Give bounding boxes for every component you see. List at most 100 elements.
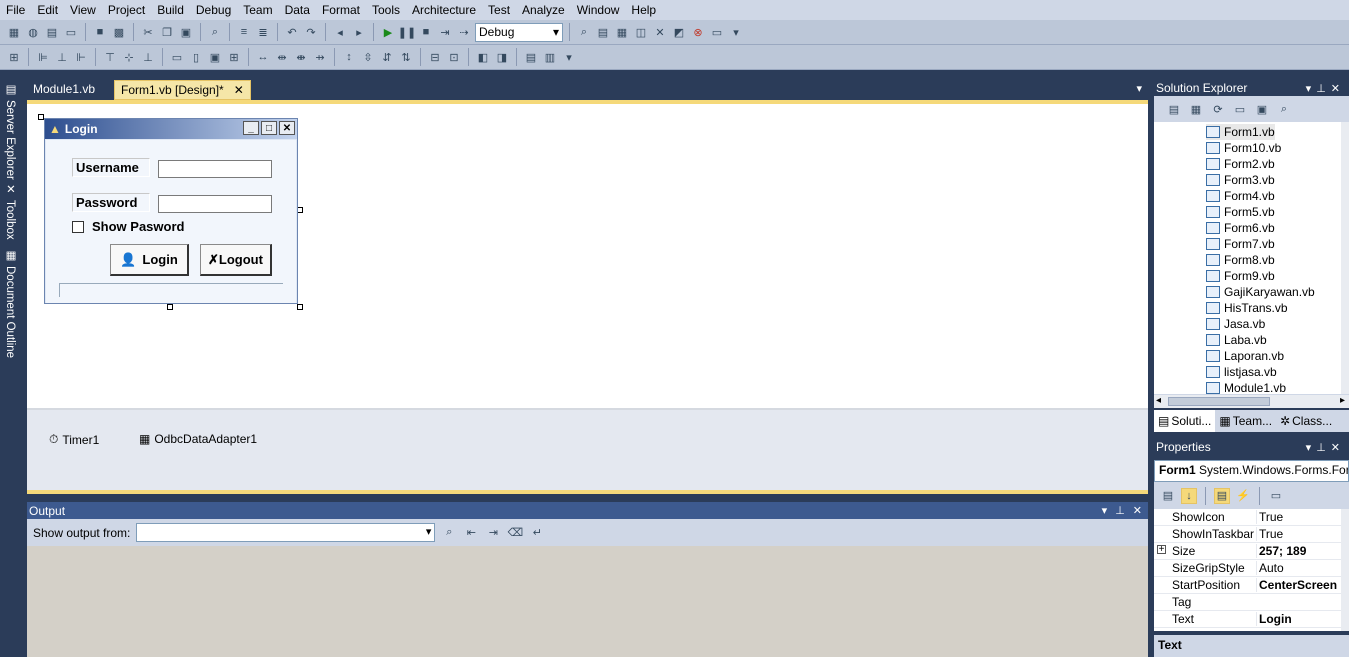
solution-explorer-horizontal-scrollbar[interactable]: ◂ ▸ bbox=[1154, 394, 1349, 408]
horizontal-spacing-icon[interactable]: ↔ bbox=[255, 49, 271, 65]
send-to-back-icon[interactable]: ◨ bbox=[494, 49, 510, 65]
step-icon[interactable]: ⇥ bbox=[437, 24, 453, 40]
align-center-icon[interactable]: ⊥ bbox=[54, 49, 70, 65]
menu-format[interactable]: Format bbox=[316, 3, 366, 17]
list-item[interactable]: Form4.vb bbox=[1206, 188, 1275, 204]
toggle-word-wrap-icon[interactable]: ↵ bbox=[529, 525, 545, 541]
next-message-icon[interactable]: ⇥ bbox=[485, 525, 501, 541]
property-value[interactable]: CenterScreen bbox=[1256, 578, 1342, 592]
menu-window[interactable]: Window bbox=[571, 3, 626, 17]
list-item[interactable]: Form8.vb bbox=[1206, 252, 1275, 268]
increase-vertical-spacing-icon[interactable]: ⇳ bbox=[360, 49, 376, 65]
new-website-icon[interactable]: ◍ bbox=[25, 24, 41, 40]
tab-team-explorer[interactable]: ▦ Team... bbox=[1215, 410, 1276, 432]
tray-item-odbc-adapter[interactable]: ▦ OdbcDataAdapter1 bbox=[139, 432, 257, 446]
paste-icon[interactable]: ▣ bbox=[178, 24, 194, 40]
align-right-icon[interactable]: ⊩ bbox=[73, 49, 89, 65]
find-icon[interactable]: ⌕ bbox=[207, 24, 223, 40]
property-value[interactable]: True bbox=[1256, 527, 1342, 541]
menu-project[interactable]: Project bbox=[102, 3, 151, 17]
save-icon[interactable]: ■ bbox=[92, 24, 108, 40]
expand-icon[interactable]: + bbox=[1157, 545, 1166, 555]
remove-vertical-spacing-icon[interactable]: ⇅ bbox=[398, 49, 414, 65]
list-item[interactable]: Form9.vb bbox=[1206, 268, 1275, 284]
find-in-files-icon[interactable]: ⌕ bbox=[576, 24, 592, 40]
tray-item-timer[interactable]: ⏱ Timer1 bbox=[49, 432, 99, 447]
solution-explorer-vertical-scrollbar[interactable] bbox=[1341, 122, 1349, 394]
toolbox-icon[interactable]: ✕ bbox=[652, 24, 668, 40]
lock-controls-icon[interactable]: ▥ bbox=[542, 49, 558, 65]
properties-object-select[interactable]: Form1 System.Windows.Forms.Form bbox=[1154, 460, 1349, 482]
comment-icon[interactable]: ≡ bbox=[236, 24, 252, 40]
login-form[interactable]: ▲ Login _ □ ✕ Username Password Show Pas… bbox=[44, 118, 298, 304]
menu-tools[interactable]: Tools bbox=[366, 3, 406, 17]
scroll-right-icon[interactable]: ▸ bbox=[1340, 395, 1345, 406]
cut-icon[interactable]: ✂ bbox=[140, 24, 156, 40]
tab-class-view[interactable]: ✲ Class... bbox=[1276, 410, 1336, 432]
undo-icon[interactable]: ↶ bbox=[284, 24, 300, 40]
property-pages-icon[interactable]: ▭ bbox=[1268, 488, 1284, 504]
active-files-dropdown-icon[interactable]: ▾ bbox=[1136, 82, 1142, 95]
tab-document-outline[interactable]: ▦ Document Outline bbox=[2, 248, 18, 358]
menu-build[interactable]: Build bbox=[151, 3, 190, 17]
table-row[interactable]: ShowIcon True bbox=[1154, 509, 1341, 526]
start-debugging-icon[interactable]: ▶ bbox=[380, 24, 396, 40]
login-button[interactable]: 👤 Login bbox=[110, 244, 189, 276]
username-input[interactable] bbox=[158, 160, 272, 178]
decrease-horizontal-spacing-icon[interactable]: ⇼ bbox=[293, 49, 309, 65]
list-item[interactable]: GajiKaryawan.vb bbox=[1206, 284, 1315, 300]
solution-explorer-icon[interactable]: ▤ bbox=[595, 24, 611, 40]
alphabetical-icon[interactable]: ↓ bbox=[1181, 487, 1197, 504]
list-item[interactable]: listjasa.vb bbox=[1206, 364, 1277, 380]
menu-analyze[interactable]: Analyze bbox=[516, 3, 571, 17]
table-row[interactable]: Text Login bbox=[1154, 611, 1341, 628]
vertical-spacing-icon[interactable]: ↕ bbox=[341, 49, 357, 65]
copy-icon[interactable]: ❐ bbox=[159, 24, 175, 40]
solution-configuration-select[interactable]: Debug ▾ bbox=[475, 22, 563, 42]
list-item[interactable]: Form10.vb bbox=[1206, 140, 1281, 156]
menu-data[interactable]: Data bbox=[279, 3, 316, 17]
table-row[interactable]: StartPosition CenterScreen bbox=[1154, 577, 1341, 594]
align-middle-icon[interactable]: ⊹ bbox=[121, 49, 137, 65]
align-top-icon[interactable]: ⊤ bbox=[102, 49, 118, 65]
view-designer-icon[interactable]: ▣ bbox=[1254, 101, 1270, 117]
same-height-icon[interactable]: ▯ bbox=[188, 49, 204, 65]
view-code-icon[interactable]: ▭ bbox=[1232, 101, 1248, 117]
menu-debug[interactable]: Debug bbox=[190, 3, 237, 17]
list-item[interactable]: Jasa.vb bbox=[1206, 316, 1265, 332]
toolbar-overflow-icon[interactable]: ▾ bbox=[561, 49, 577, 65]
minimize-icon[interactable]: _ bbox=[243, 121, 259, 135]
tab-toolbox[interactable]: ✕ Toolbox bbox=[2, 182, 18, 240]
scroll-thumb[interactable] bbox=[1168, 397, 1270, 406]
list-item[interactable]: Form1.vb bbox=[1206, 124, 1275, 140]
properties-icon[interactable]: ▤ bbox=[1214, 487, 1230, 504]
table-row[interactable]: ShowInTaskbar True bbox=[1154, 526, 1341, 543]
menu-test[interactable]: Test bbox=[482, 3, 516, 17]
show-all-files-icon[interactable]: ▦ bbox=[1188, 101, 1204, 117]
menu-team[interactable]: Team bbox=[237, 3, 278, 17]
properties-window-icon[interactable]: ▦ bbox=[614, 24, 630, 40]
remove-horizontal-spacing-icon[interactable]: ⇸ bbox=[312, 49, 328, 65]
tab-server-explorer[interactable]: ▤ Server Explorer bbox=[2, 82, 18, 180]
same-width-icon[interactable]: ▭ bbox=[169, 49, 185, 65]
list-item[interactable]: Form3.vb bbox=[1206, 172, 1275, 188]
open-file-icon[interactable]: ▭ bbox=[63, 24, 79, 40]
new-project-icon[interactable]: ▦ bbox=[6, 24, 22, 40]
align-left-icon[interactable]: ⊫ bbox=[35, 49, 51, 65]
events-icon[interactable]: ⚡ bbox=[1235, 488, 1251, 504]
list-item[interactable]: Laba.vb bbox=[1206, 332, 1267, 348]
resize-handle[interactable] bbox=[167, 304, 173, 310]
property-value[interactable]: 257; 189 bbox=[1256, 544, 1342, 558]
output-source-select[interactable]: ▾ bbox=[136, 523, 436, 542]
close-icon[interactable]: ✕ bbox=[279, 121, 295, 135]
menu-edit[interactable]: Edit bbox=[31, 3, 64, 17]
tab-module1[interactable]: Module1.vb bbox=[27, 80, 101, 100]
close-icon[interactable]: ✕ bbox=[234, 83, 244, 97]
properties-icon[interactable]: ▤ bbox=[1166, 101, 1182, 117]
bring-to-front-icon[interactable]: ◧ bbox=[475, 49, 491, 65]
class-diagram-icon[interactable]: ⌕ bbox=[1276, 101, 1292, 117]
properties-window-icons[interactable]: ▾⊥✕ bbox=[1306, 441, 1349, 454]
list-item[interactable]: HisTrans.vb bbox=[1206, 300, 1288, 316]
tab-form1-design[interactable]: Form1.vb [Design]* ✕ bbox=[114, 80, 251, 100]
table-row[interactable]: SizeGripStyle Auto bbox=[1154, 560, 1341, 577]
